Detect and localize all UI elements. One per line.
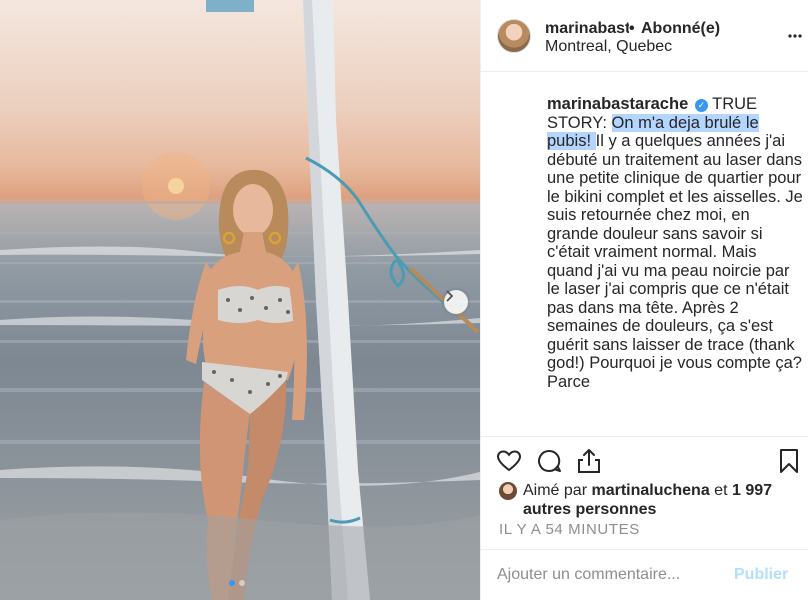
chevron-right-icon xyxy=(446,290,454,302)
post-header: marinabastarache • Abonné(e) Montreal, Q… xyxy=(481,0,808,72)
caption-scroll-area[interactable]: marinabastarache ✓ TRUE STORY: On m'a de… xyxy=(481,73,808,435)
likes-summary: Aimé par martinaluchena et 1 997 autres … xyxy=(499,481,799,519)
header-separator: • xyxy=(629,20,635,37)
liker-username-link[interactable]: martinaluchena xyxy=(591,482,709,499)
carousel-dot xyxy=(239,580,245,586)
carousel-next-button[interactable] xyxy=(444,290,468,314)
liker-avatar[interactable] xyxy=(499,482,517,500)
post-caption: marinabastarache ✓ TRUE STORY: On m'a de… xyxy=(547,95,803,391)
comment-bar: Publier xyxy=(481,549,808,600)
beach-scene-illustration xyxy=(0,0,480,600)
comment-input[interactable] xyxy=(497,566,733,584)
post-timestamp[interactable]: IL Y A 54 MINUTES xyxy=(499,521,640,538)
caption-username-link[interactable]: marinabastarache xyxy=(547,95,688,113)
post-photo[interactable] xyxy=(0,0,480,600)
location-link[interactable]: Montreal, Quebec xyxy=(545,38,672,56)
post-actions-bar xyxy=(481,436,808,484)
publish-button[interactable]: Publier xyxy=(734,566,788,584)
post-details-panel: marinabastarache • Abonné(e) Montreal, Q… xyxy=(480,0,808,600)
caption-text-rest: Il y a quelques années j'ai débuté un tr… xyxy=(547,132,803,391)
heart-icon[interactable] xyxy=(495,447,523,475)
share-icon[interactable] xyxy=(575,447,603,475)
bookmark-icon[interactable] xyxy=(775,447,803,475)
author-username-link[interactable]: marinabastarache xyxy=(545,20,629,38)
verified-badge-icon: ✓ xyxy=(694,99,708,112)
comment-bubble-icon[interactable] xyxy=(535,447,563,475)
author-avatar[interactable] xyxy=(497,19,531,53)
likes-prefix: Aimé par xyxy=(523,482,592,499)
follow-status-button[interactable]: Abonné(e) xyxy=(641,20,720,38)
carousel-indicator xyxy=(229,580,245,586)
carousel-dot-active xyxy=(229,580,235,586)
likes-conjunction: et xyxy=(709,482,732,499)
more-options-icon[interactable] xyxy=(787,28,803,44)
